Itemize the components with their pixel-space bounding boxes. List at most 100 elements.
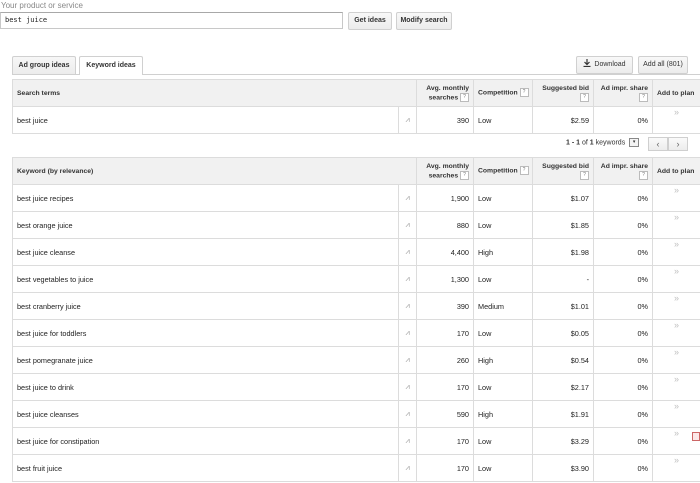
competition-cell: Low [473,319,533,347]
trend-chart-icon[interactable]: ⩘ [398,184,417,212]
competition-cell: Low [473,184,533,212]
suggested-bid-header: Suggested bid? [532,79,595,107]
competition-cell: Medium [473,292,533,320]
competition-header-label: Competition [478,89,518,97]
modify-search-button[interactable]: Modify search [396,12,452,30]
trend-chart-icon[interactable]: ⩘ [398,292,417,320]
bid-cell: $2.17 [532,373,594,401]
keyword-cell: best orange juice [12,211,399,239]
download-button[interactable]: Download [576,56,633,74]
bid-cell: $2.59 [532,106,595,134]
table-row: best cranberry juice ⩘ 390 Medium $1.01 0%» [12,292,700,320]
table-row: best juice to drink ⩘ 170 Low $2.17 0%» [12,373,700,401]
share-cell: 0% [593,454,653,482]
ad-impr-share-header: Ad impr. share? [593,79,654,107]
bid-cell: $1.07 [532,184,594,212]
tab-keyword-ideas[interactable]: Keyword ideas [79,56,143,75]
tab-ad-group-ideas[interactable]: Ad group ideas [12,56,76,74]
add-to-plan-header: Add to plan [652,79,700,107]
add-to-plan-icon[interactable]: » [652,373,700,401]
download-icon [583,59,591,68]
help-icon[interactable]: ? [580,170,589,180]
add-to-plan-icon[interactable]: » [652,265,700,293]
add-all-button[interactable]: Add all (801) [638,56,688,74]
pager-suffix: keywords [595,139,626,147]
competition-header-label: Competition [478,167,518,175]
competition-cell: Low [473,427,533,455]
trend-chart-icon[interactable]: ⩘ [398,373,417,401]
help-icon[interactable]: ? [460,92,470,102]
pager-info: 1 - 1 of 1 keywords ▾ [566,138,640,147]
help-icon[interactable]: ? [639,170,648,180]
searches-cell: 390 [416,106,475,134]
pager-count: 1 [589,139,594,147]
competition-cell: High [473,400,533,428]
search-label: Your product or service [1,1,83,10]
download-label: Download [594,61,626,68]
keyword-cell: best juice to drink [12,373,399,401]
avg-searches-header-line1: Avg. monthly [426,84,470,92]
bid-cell: $1.85 [532,211,594,239]
add-to-plan-icon[interactable]: » [652,184,700,212]
competition-cell: Low [473,106,534,134]
prev-page-button[interactable]: ‹ [648,137,668,151]
bid-cell: $3.29 [532,427,594,455]
searches-cell: 170 [416,373,474,401]
trend-chart-icon[interactable]: ⩘ [398,427,417,455]
trend-chart-icon[interactable]: ⩘ [397,106,418,134]
searches-cell: 390 [416,292,474,320]
add-to-plan-icon[interactable]: » [652,454,700,482]
share-cell: 0% [593,238,653,266]
bid-cell: $1.98 [532,238,594,266]
help-icon[interactable]: ? [580,92,590,102]
table-row: best juice cleanse ⩘ 4,400 High $1.98 0%» [12,238,700,266]
competition-cell: Low [473,373,533,401]
searches-cell: 170 [416,454,474,482]
searches-cell: 170 [416,427,474,455]
trend-chart-icon[interactable]: ⩘ [398,319,417,347]
keyword-cell: best juice cleanse [12,238,399,266]
next-page-button[interactable]: › [668,137,688,151]
help-icon[interactable]: ? [519,166,529,176]
help-icon[interactable]: ? [639,92,649,102]
add-to-plan-icon[interactable]: » [652,238,700,266]
help-icon[interactable]: ? [519,88,529,98]
add-to-plan-icon[interactable]: » [652,211,700,239]
search-input[interactable]: best juice [0,12,343,29]
keyword-header[interactable]: Keyword (by relevance) [12,157,417,185]
ad-impr-share-header[interactable]: Ad impr. share? [593,157,653,185]
share-cell: 0% [593,211,653,239]
keyword-cell: best cranberry juice [12,292,399,320]
suggested-bid-header[interactable]: Suggested bid? [532,157,594,185]
suggested-bid-header-label: Suggested bid [542,162,589,170]
keyword-cell: best vegetables to juice [12,265,399,293]
get-ideas-button[interactable]: Get ideas [348,12,392,30]
add-to-plan-icon[interactable]: » [652,319,700,347]
trend-chart-icon[interactable]: ⩘ [398,238,417,266]
table-row: best vegetables to juice ⩘ 1,300 Low -0%» [12,265,700,293]
keyword-cell: best fruit juice [12,454,399,482]
keyword-cell: best juice recipes [12,184,399,212]
trend-chart-icon[interactable]: ⩘ [398,265,417,293]
keyword-ideas-table: Keyword (by relevance) Avg. monthly searc… [12,157,700,482]
avg-searches-header[interactable]: Avg. monthly searches ? [416,157,474,185]
page-size-dropdown[interactable]: ▾ [629,138,640,147]
feedback-icon[interactable] [692,432,700,441]
share-cell: 0% [593,346,653,374]
bid-cell: $1.01 [532,292,594,320]
trend-chart-icon[interactable]: ⩘ [398,454,417,482]
add-to-plan-icon[interactable]: » [652,106,700,134]
bid-cell: $0.54 [532,346,594,374]
table-row: best juice for toddlers ⩘ 170 Low $0.05 0%» [12,319,700,347]
trend-chart-icon[interactable]: ⩘ [398,400,417,428]
add-to-plan-icon[interactable]: » [652,346,700,374]
bid-cell: $0.05 [532,319,594,347]
trend-chart-icon[interactable]: ⩘ [398,346,417,374]
bid-cell: $1.91 [532,400,594,428]
help-icon[interactable]: ? [460,170,469,180]
competition-header[interactable]: Competition ? [473,157,533,185]
competition-cell: Low [473,454,533,482]
trend-chart-icon[interactable]: ⩘ [398,211,417,239]
add-to-plan-icon[interactable]: » [652,292,700,320]
add-to-plan-icon[interactable]: » [652,400,700,428]
